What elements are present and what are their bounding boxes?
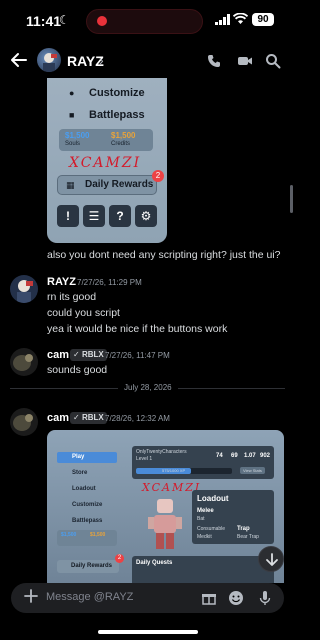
message-text: also you dont need any scripting right? … bbox=[47, 249, 281, 261]
player-stats-panel: OnlyTwentyCharacters Level 1 74 69 1.07 … bbox=[132, 446, 274, 479]
signal-icon bbox=[215, 14, 230, 25]
daily-rewards-button: ▦ Daily Rewards bbox=[57, 175, 157, 195]
video-call-icon[interactable] bbox=[237, 53, 253, 69]
daily-quests-panel: Daily Quests bbox=[132, 556, 274, 583]
avatar[interactable] bbox=[10, 275, 38, 303]
avatar[interactable] bbox=[37, 48, 61, 72]
message-timestamp: 7/27/26, 11:47 PM bbox=[105, 351, 170, 360]
daily-rewards-button: Daily Rewards bbox=[57, 560, 119, 573]
wifi-icon bbox=[233, 13, 248, 24]
character-figure bbox=[145, 495, 185, 553]
customize-button: ● Customize bbox=[57, 84, 157, 102]
customize-button: Customize bbox=[72, 502, 103, 508]
currency-panel: $1,500 Souls $1,500 Credits bbox=[59, 129, 153, 151]
message-text: rn its good bbox=[47, 291, 97, 303]
message-timestamp: 7/28/26, 12:32 AM bbox=[105, 414, 170, 423]
home-indicator bbox=[98, 630, 198, 634]
image-attachment[interactable]: Play Store Loadout Customize Battlepass … bbox=[47, 430, 284, 583]
message-author[interactable]: cam bbox=[47, 349, 69, 361]
message-text: sounds good bbox=[47, 364, 108, 376]
date-divider-label: July 28, 2026 bbox=[118, 383, 178, 392]
app-tag: ✓ RBLX bbox=[70, 349, 107, 361]
battlepass-button: Battlepass bbox=[72, 518, 103, 524]
store-button: Store bbox=[72, 470, 88, 476]
person-icon: ● bbox=[69, 88, 75, 98]
jump-to-present-button[interactable] bbox=[258, 546, 284, 572]
phone-call-icon[interactable] bbox=[206, 53, 222, 69]
chevron-right-icon[interactable]: › bbox=[99, 52, 104, 68]
checkmark-icon: ✓ bbox=[73, 413, 80, 422]
emoji-icon[interactable] bbox=[228, 590, 244, 606]
status-bar: 11:41 ☾ 90 bbox=[0, 0, 295, 44]
microphone-icon[interactable] bbox=[257, 590, 273, 606]
arrow-down-icon bbox=[266, 553, 278, 566]
message-author[interactable]: cam bbox=[47, 412, 69, 424]
message-text: could you script bbox=[47, 307, 120, 319]
friends-icon: ☰ bbox=[83, 205, 105, 227]
avatar[interactable] bbox=[10, 348, 38, 376]
trophy-icon: ! bbox=[57, 205, 79, 227]
play-button: Play bbox=[57, 452, 117, 463]
app-tag: ✓ RBLX bbox=[70, 412, 107, 424]
message-timestamp: 7/27/26, 11:29 PM bbox=[77, 278, 142, 287]
image-attachment[interactable]: ● Customize ■ Battlepass $1,500 Souls $1… bbox=[47, 78, 167, 243]
avatar[interactable] bbox=[10, 408, 38, 436]
help-icon: ? bbox=[109, 205, 131, 227]
scrollbar[interactable] bbox=[290, 185, 293, 213]
message-text: yea it would be nice if the buttons work bbox=[47, 323, 228, 335]
message-list[interactable]: ● Customize ■ Battlepass $1,500 Souls $1… bbox=[0, 78, 295, 583]
calendar-icon: ▦ bbox=[66, 180, 75, 190]
ticket-icon: ■ bbox=[69, 110, 75, 120]
back-arrow-icon[interactable] bbox=[10, 51, 28, 69]
moon-icon: ☾ bbox=[59, 13, 70, 27]
message-input-placeholder[interactable]: Message @RAYZ bbox=[46, 591, 133, 603]
settings-gear-icon: ⚙ bbox=[135, 205, 157, 227]
loadout-panel: Loadout Melee Bat Consumable Medkit Trap… bbox=[192, 490, 274, 544]
watermark: XCAMZI bbox=[69, 155, 142, 171]
checkmark-icon: ✓ bbox=[73, 350, 80, 359]
notification-badge: 2 bbox=[115, 554, 124, 563]
plus-icon[interactable] bbox=[22, 587, 40, 605]
loadout-button: Loadout bbox=[72, 486, 96, 492]
recording-indicator-icon bbox=[97, 16, 107, 26]
notification-badge: 2 bbox=[152, 170, 164, 182]
gift-icon[interactable] bbox=[201, 590, 217, 606]
currency-panel: $1,500 $1,500 bbox=[57, 530, 117, 546]
search-icon[interactable] bbox=[265, 53, 281, 69]
battery-indicator: 90 bbox=[252, 13, 274, 26]
battlepass-button: ■ Battlepass bbox=[57, 106, 157, 124]
dm-header: RAYZ › bbox=[0, 44, 295, 78]
status-time: 11:41 bbox=[26, 13, 62, 29]
message-author[interactable]: RAYZ bbox=[47, 276, 76, 288]
